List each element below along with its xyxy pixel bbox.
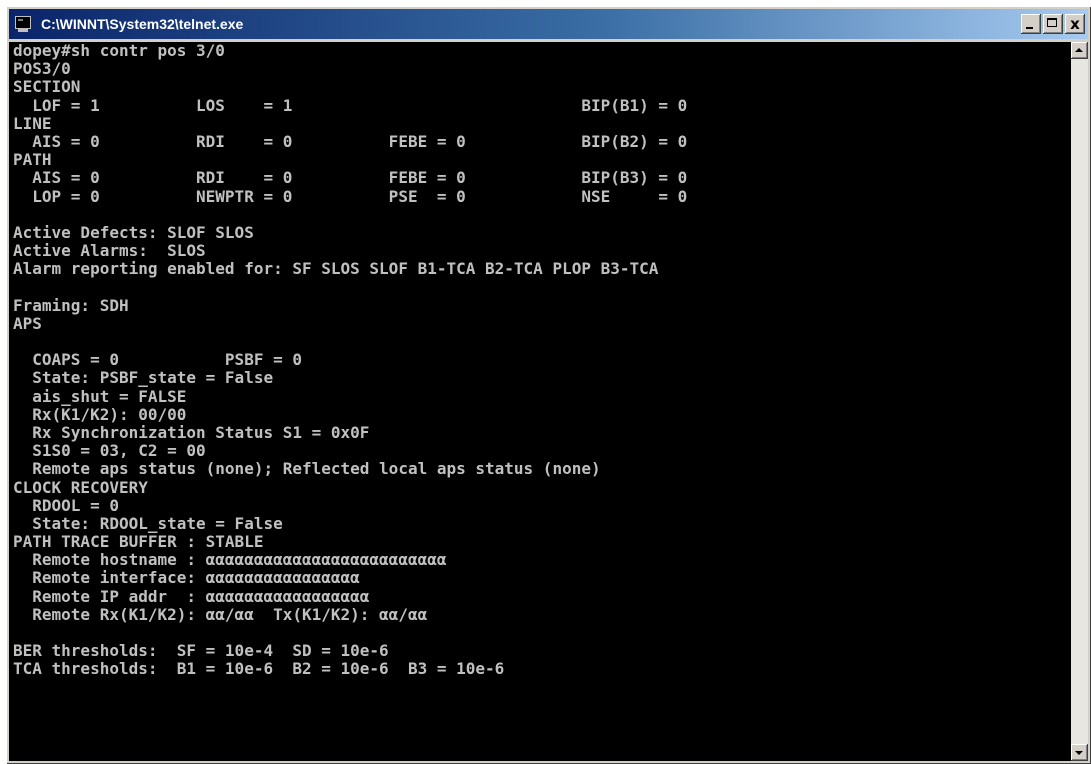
console-line: COAPS = 0 PSBF = 0: [13, 350, 302, 370]
console-line: PATH TRACE BUFFER : STABLE: [13, 532, 264, 552]
console-line: AIS = 0 RDI = 0 FEBE = 0 BIP(B2) = 0: [13, 131, 688, 151]
arrow-down-icon: [1075, 751, 1083, 755]
console-line: SECTION: [13, 77, 81, 97]
console-line: LINE: [13, 113, 52, 133]
console-line: APS: [13, 313, 42, 333]
console-line: ais_shut = FALSE: [13, 386, 187, 406]
console-line: Remote hostname : αααααααααααααααααααααα…: [13, 550, 447, 570]
console-line: Rx Synchronization Status S1 = 0x0F: [13, 422, 370, 442]
console-line: State: PSBF_state = False: [13, 368, 274, 388]
console-line: PATH: [13, 150, 52, 170]
minimize-button[interactable]: [1021, 14, 1041, 34]
console-window-icon[interactable]: [15, 16, 33, 32]
console-line: Active Defects: SLOF SLOS: [13, 222, 254, 242]
scroll-up-button[interactable]: [1071, 42, 1088, 59]
close-button[interactable]: x: [1065, 14, 1085, 34]
console-line: S1S0 = 03, C2 = 00: [13, 441, 206, 461]
console-line: TCA thresholds: B1 = 10e-6 B2 = 10e-6 B3…: [13, 659, 505, 679]
close-icon: x: [1070, 15, 1080, 33]
console-line: Alarm reporting enabled for: SF SLOS SLO…: [13, 259, 659, 279]
console-text: dopey#sh contr pos 3/0 POS3/0 SECTION LOF …: [13, 42, 687, 679]
title-bar[interactable]: C:\WINNT\System32\telnet.exe x: [9, 9, 1088, 39]
console-line: Rx(K1/K2): 00/00: [13, 404, 187, 424]
console-line: LOP = 0 NEWPTR = 0 PSE = 0 NSE = 0: [13, 186, 688, 206]
telnet-window: C:\WINNT\System32\telnet.exe x dopey#sh …: [6, 6, 1091, 764]
scroll-down-button[interactable]: [1071, 744, 1088, 761]
console-line: dopey#sh contr pos 3/0: [13, 42, 225, 60]
window-title: C:\WINNT\System32\telnet.exe: [41, 16, 244, 32]
console-line: RDOOL = 0: [13, 495, 119, 515]
console-output[interactable]: dopey#sh contr pos 3/0 POS3/0 SECTION LOF …: [9, 42, 1071, 761]
console-line: LOF = 1 LOS = 1 BIP(B1) = 0: [13, 95, 688, 115]
console-line: BER thresholds: SF = 10e-4 SD = 10e-6: [13, 641, 389, 661]
console-line: AIS = 0 RDI = 0 FEBE = 0 BIP(B3) = 0: [13, 168, 688, 188]
console-line: Remote interface: αααααααααααααααα: [13, 568, 360, 588]
minimize-icon: [1026, 27, 1033, 29]
vertical-scrollbar[interactable]: [1071, 42, 1088, 761]
console-line: Remote IP addr : ααααααααααααααααα: [13, 586, 370, 606]
console-line: CLOCK RECOVERY: [13, 477, 148, 497]
console-line: Framing: SDH: [13, 295, 129, 315]
window-controls: x: [1021, 14, 1085, 34]
console-line: State: RDOOL_state = False: [13, 513, 283, 533]
console-line: Active Alarms: SLOS: [13, 241, 206, 261]
console-line: Remote Rx(K1/K2): αα/αα Tx(K1/K2): αα/αα: [13, 604, 428, 624]
console-line: POS3/0: [13, 59, 71, 79]
arrow-up-icon: [1075, 48, 1083, 52]
maximize-button[interactable]: [1043, 14, 1063, 34]
console-line: Remote aps status (none); Reflected loca…: [13, 459, 601, 479]
maximize-icon: [1047, 18, 1057, 27]
